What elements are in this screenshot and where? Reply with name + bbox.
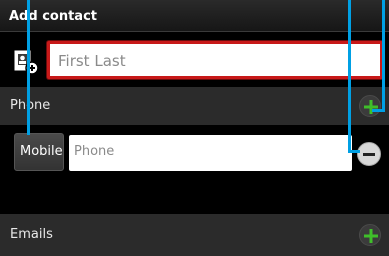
- callout-line-mobile: [27, 0, 30, 135]
- phone-type-button[interactable]: Mobile: [14, 133, 64, 171]
- phone-field[interactable]: Phone: [69, 135, 352, 171]
- phone-placeholder: Phone: [74, 144, 115, 159]
- plus-icon: [364, 229, 378, 243]
- add-email-button[interactable]: [359, 224, 381, 246]
- callout-line-remove-tick: [348, 150, 360, 153]
- plus-icon: [364, 100, 378, 114]
- emails-section-label: Emails: [10, 227, 53, 242]
- name-field[interactable]: First Last: [47, 41, 383, 79]
- minus-icon: [363, 153, 375, 156]
- phone-section-label: Phone: [10, 98, 51, 113]
- remove-phone-button[interactable]: [357, 142, 381, 166]
- add-phone-button[interactable]: [359, 95, 381, 117]
- callout-line-add-tick: [372, 109, 385, 112]
- callout-line-add: [382, 0, 385, 112]
- callout-line-remove: [348, 0, 351, 153]
- page-title: Add contact: [9, 9, 97, 24]
- phone-section-header: Phone: [0, 87, 389, 125]
- name-placeholder: First Last: [58, 52, 126, 70]
- title-bar: Add contact: [0, 0, 389, 32]
- phone-type-label: Mobile: [20, 144, 63, 159]
- emails-section-header: Emails: [0, 214, 389, 256]
